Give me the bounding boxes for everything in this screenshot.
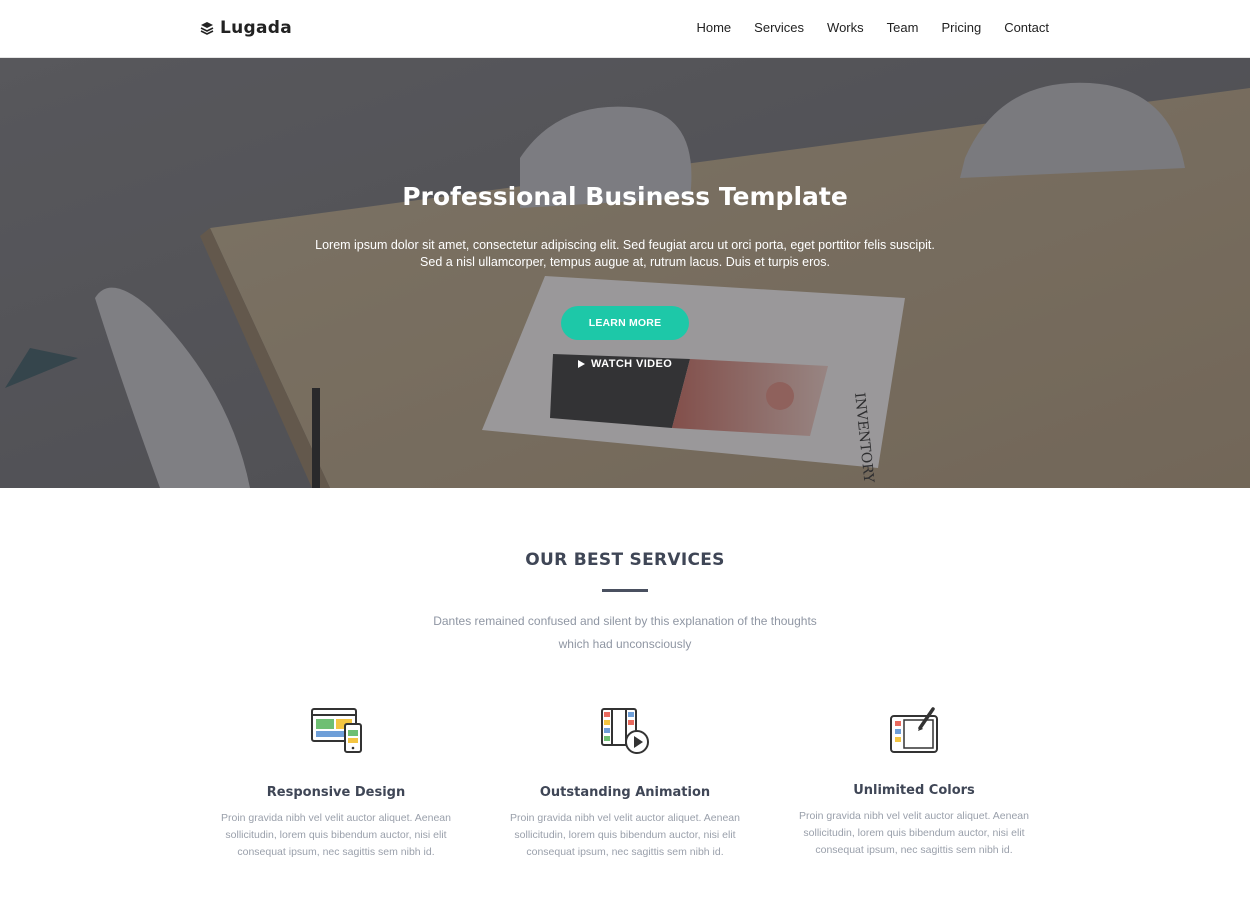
brand-logo[interactable]: Lugada [200,18,292,38]
layers-icon [200,22,214,35]
service-card-unlimited-colors: Unlimited Colors Proin gravida nibh vel … [784,706,1044,859]
service-description: Proin gravida nibh vel velit auctor aliq… [495,810,755,861]
hero-subtitle: Lorem ipsum dolor sit amet, consectetur … [0,237,1250,271]
service-description-line: consequat ipsum, nec sagittis sem nibh i… [815,844,1013,856]
service-description-line: sollicitudin, lorem quis bibendum auctor… [514,829,736,841]
hero-subtitle-line: Sed a nisl ullamcorper, tempus augue at,… [420,255,830,269]
hero-title: Professional Business Template [402,182,848,211]
nav-services[interactable]: Services [754,20,804,35]
services-subtitle-line: which had unconsciously [558,637,692,651]
nav-team[interactable]: Team [887,20,919,35]
hero-subtitle-line: Lorem ipsum dolor sit amet, consectetur … [315,238,935,252]
service-title: Responsive Design [266,785,406,800]
services-title: OUR BEST SERVICES [525,550,725,570]
navbar: Lugada Home Services Works Team Pricing … [0,0,1250,58]
watch-video-button[interactable]: WATCH VIDEO [578,358,672,370]
nav-home[interactable]: Home [696,20,731,35]
service-description-line: consequat ipsum, nec sagittis sem nibh i… [526,846,724,858]
service-description-line: sollicitudin, lorem quis bibendum auctor… [803,827,1025,839]
brand-name: Lugada [220,18,293,38]
service-card-responsive-design: Responsive Design Proin gravida nibh vel… [206,706,466,861]
main-nav: Home Services Works Team Pricing Contact [696,20,1049,35]
title-divider [602,589,648,592]
nav-pricing[interactable]: Pricing [941,20,981,35]
service-description-line: Proin gravida nibh vel velit auctor aliq… [221,812,451,824]
play-icon [578,360,585,368]
responsive-devices-icon [311,708,362,753]
service-title: Unlimited Colors [853,783,975,798]
service-description: Proin gravida nibh vel velit auctor aliq… [784,808,1044,859]
service-description-line: sollicitudin, lorem quis bibendum auctor… [225,829,447,841]
services-subtitle: Dantes remained confused and silent by t… [400,610,850,656]
service-description-line: consequat ipsum, nec sagittis sem nibh i… [237,846,435,858]
service-description: Proin gravida nibh vel velit auctor aliq… [206,810,466,861]
learn-more-button[interactable]: LEARN MORE [561,306,689,340]
hero-section: INVENTORY Professional Business Template… [0,58,1250,488]
hero-overlay [0,58,1250,488]
services-subtitle-line: Dantes remained confused and silent by t… [433,614,817,628]
service-card-outstanding-animation: Outstanding Animation Proin gravida nibh… [495,706,755,861]
film-play-icon [601,708,649,754]
watch-video-label: WATCH VIDEO [591,358,673,370]
service-description-line: Proin gravida nibh vel velit auctor aliq… [799,810,1029,822]
nav-works[interactable]: Works [827,20,864,35]
service-description-line: Proin gravida nibh vel velit auctor aliq… [510,812,740,824]
tablet-pen-icon [890,707,938,753]
service-title: Outstanding Animation [539,785,711,800]
nav-contact[interactable]: Contact [1004,20,1049,35]
